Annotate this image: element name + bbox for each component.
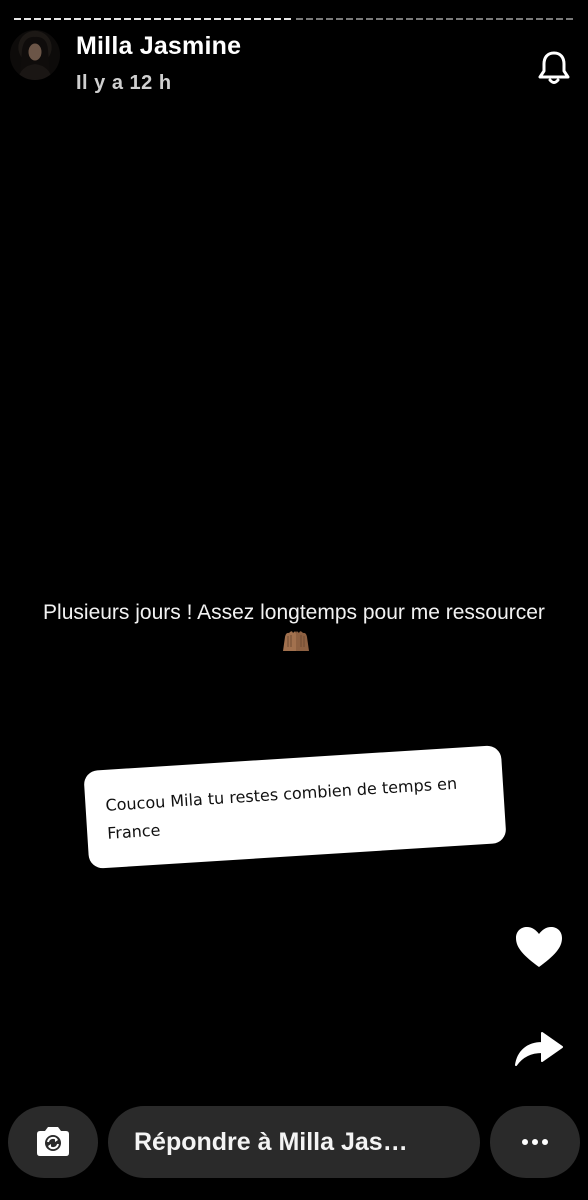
share-arrow-icon[interactable] [512,1020,566,1074]
heart-icon[interactable] [512,920,566,974]
story-progress-segment [295,18,574,20]
side-actions [512,920,566,1074]
avatar[interactable] [10,30,60,80]
more-dots-icon [522,1139,548,1145]
story-header: Milla Jasmine Il y a 12 h [10,28,574,98]
story-caption: Plusieurs jours ! Assez longtemps pour m… [40,598,548,662]
question-text: Coucou Mila tu restes combien de temps e… [104,773,458,843]
reply-input[interactable]: Répondre à Milla Jas… [108,1106,480,1178]
story-user-name[interactable]: Milla Jasmine [76,32,241,61]
story-caption-text: Plusieurs jours ! Assez longtemps pour m… [43,601,545,624]
camera-icon [37,1127,69,1156]
bottom-bar: Répondre à Milla Jas… [8,1106,580,1178]
question-sticker[interactable]: Coucou Mila tu restes combien de temps e… [83,744,507,870]
praying-hands-emoji [280,629,312,662]
story-progress-bar [14,18,574,21]
story-progress-segment [14,18,293,20]
bell-icon[interactable] [534,48,574,88]
story-timestamp: Il y a 12 h [76,72,172,94]
more-button[interactable] [490,1106,580,1178]
camera-button[interactable] [8,1106,98,1178]
